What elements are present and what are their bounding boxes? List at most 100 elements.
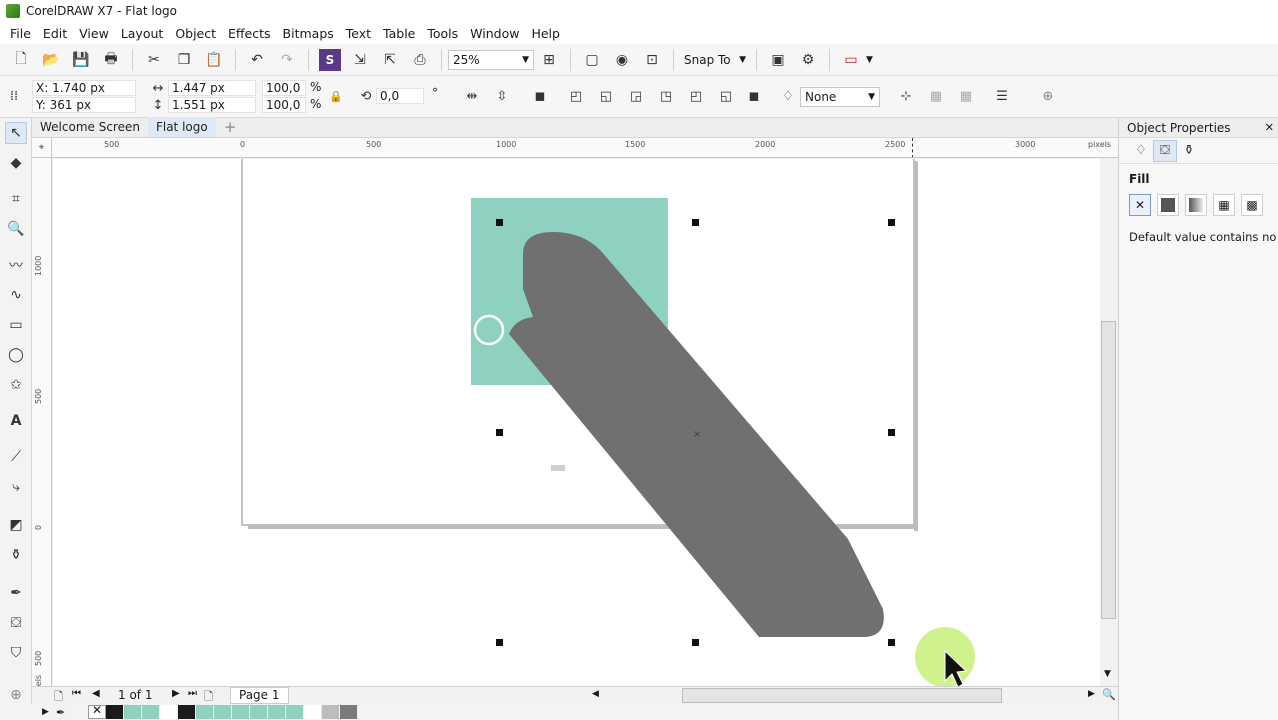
last-page-icon[interactable]: ⏭ [188,688,197,699]
text-wrap-icon[interactable]: ▦ [926,86,946,106]
color-swatch[interactable] [268,705,286,719]
interactive-fill-icon[interactable]: ⛋ [5,612,27,634]
rectangle-tool-icon[interactable]: ▭ [5,314,27,336]
next-page-icon[interactable]: ▶ [172,688,180,699]
back-minus-front-icon[interactable]: ◱ [716,86,736,106]
new-document-icon[interactable]: 🗋 [10,49,32,71]
ruler-origin-icon[interactable]: ⌖ [32,138,52,158]
vertical-scrollbar[interactable]: ▼ [1100,159,1118,686]
fountain-fill-icon[interactable] [1185,194,1207,216]
options-icon[interactable]: ⚙ [797,49,819,71]
color-swatch[interactable] [178,705,196,719]
drop-shadow-icon[interactable]: ◩ [5,514,27,536]
mirror-horizontal-icon[interactable]: ⇹ [462,86,482,106]
search-content-icon[interactable]: S [319,48,341,71]
chevron-down-icon[interactable]: ▼ [866,55,873,65]
cut-icon[interactable]: ✂ [143,49,165,71]
quick-customize-icon[interactable]: ⊹ [896,86,916,106]
tab-flat-logo[interactable]: Flat logo [147,117,216,137]
vector-pattern-fill-icon[interactable]: ▦ [1213,194,1235,216]
color-swatch[interactable] [124,705,142,719]
scale-y-field[interactable]: 100,0 [262,97,306,113]
simplify-icon[interactable]: ◳ [656,86,676,106]
convert-curves-icon[interactable]: ▦ [956,86,976,106]
zoom-level-select[interactable]: 25% ▼ [448,49,534,70]
color-swatch[interactable] [160,705,178,719]
save-icon[interactable]: 💾 [70,49,92,71]
artistic-media-icon[interactable]: ∿ [5,284,27,306]
tab-welcome-screen[interactable]: Welcome Screen [32,117,148,137]
publish-pdf-icon[interactable]: ⎙ [409,49,431,71]
object-origin-icon[interactable]: ⁞⁞ [4,86,24,106]
no-fill-icon[interactable]: ✕ [1129,194,1151,216]
palette-scroll-icon[interactable]: ▶ [42,707,49,717]
mirror-vertical-icon[interactable]: ⇳ [492,86,512,106]
no-color-swatch[interactable]: ✕ [88,703,106,719]
show-grid-icon[interactable]: ⊡ [641,49,663,71]
page-tab[interactable]: Page 1 [230,687,289,704]
scroll-right-arrow-icon[interactable]: ▶ [1088,689,1095,699]
redo-icon[interactable]: ↷ [276,49,298,71]
undo-icon[interactable]: ↶ [246,49,268,71]
menu-tools[interactable]: Tools [421,26,464,41]
outline-pen-icon[interactable]: ♢ [1129,140,1153,162]
transparency-icon[interactable]: ⚱ [1177,140,1201,162]
outline-width-select[interactable]: None ▼ [800,87,880,107]
add-icon[interactable]: ⊕ [1038,86,1058,106]
color-swatch[interactable] [286,705,304,719]
vertical-scroll-thumb[interactable] [1101,321,1116,619]
scroll-down-arrow-icon[interactable]: ▼ [1104,669,1111,679]
fill-bucket-icon[interactable]: ⛋ [1153,139,1177,162]
y-position-field[interactable]: Y: 361 px [32,97,136,113]
connector-tool-icon[interactable]: ⤷ [5,476,27,498]
paste-icon[interactable]: 📋 [203,49,225,71]
freehand-tool-icon[interactable]: 〰 [5,254,27,276]
menu-table[interactable]: Table [377,26,421,41]
color-swatch[interactable] [340,705,358,719]
color-swatch[interactable] [142,705,160,719]
horizontal-ruler[interactable]: 500 0 500 1000 1500 2000 2500 3000 pixel… [52,138,1118,158]
polygon-tool-icon[interactable]: ✩ [5,374,27,396]
horizontal-scroll-thumb[interactable] [682,688,1002,703]
first-page-icon[interactable]: ⏮ [72,688,81,699]
shape-tool-icon[interactable]: ◆ [5,152,27,174]
close-icon[interactable]: ✕ [1265,121,1274,134]
color-swatch[interactable] [196,705,214,719]
snap-to-dropdown[interactable]: Snap To ▼ [680,50,750,70]
import-icon[interactable]: ⇲ [349,49,371,71]
menu-object[interactable]: Object [169,26,222,41]
zoom-tool-icon[interactable]: 🔍 [5,218,27,240]
ellipse-tool-icon[interactable]: ◯ [5,344,27,366]
menu-file[interactable]: File [4,26,37,41]
eyedropper-tool-icon[interactable]: ✒ [5,582,27,604]
vertical-ruler[interactable]: 1000 500 0 500 pixels [32,158,52,686]
zoom-navigator-icon[interactable]: 🔍 [1102,688,1116,701]
zoom-to-page-icon[interactable]: ⊞ [538,49,560,71]
full-screen-preview-icon[interactable]: ▢ [581,49,603,71]
menu-edit[interactable]: Edit [37,26,73,41]
color-swatch[interactable] [304,705,322,719]
copy-icon[interactable]: ❐ [173,49,195,71]
menu-layout[interactable]: Layout [115,26,170,41]
eyedropper-icon[interactable]: ✒ [56,706,65,719]
print-icon[interactable]: 🖶 [100,49,122,71]
text-tool-icon[interactable]: A [5,410,27,432]
color-swatch[interactable] [106,705,124,719]
add-tool-icon[interactable]: ⊕ [5,684,27,706]
drawing-canvas[interactable]: × [53,159,1100,686]
trim-icon[interactable]: ◱ [596,86,616,106]
export-icon[interactable]: ⇱ [379,49,401,71]
scroll-left-arrow-icon[interactable]: ◀ [592,689,599,699]
menu-view[interactable]: View [73,26,115,41]
intersect-icon[interactable]: ◲ [626,86,646,106]
lock-ratio-icon[interactable]: 🔒 [326,86,346,106]
scale-x-field[interactable]: 100,0 [262,80,306,96]
width-field[interactable]: 1.447 px [168,80,256,96]
new-tab-icon[interactable]: + [216,117,245,137]
menu-window[interactable]: Window [464,26,525,41]
previous-page-icon[interactable]: ◀ [92,688,100,699]
menu-effects[interactable]: Effects [222,26,277,41]
combine-icon[interactable]: ◼ [530,86,550,106]
rotation-field[interactable]: 0,0 [376,88,424,104]
show-rulers-icon[interactable]: ◉ [611,49,633,71]
